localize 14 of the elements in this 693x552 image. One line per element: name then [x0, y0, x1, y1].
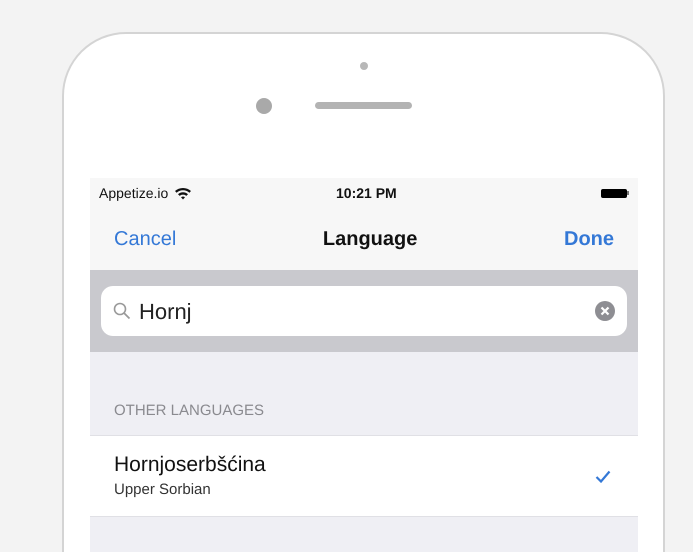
- language-row[interactable]: Hornjoserbšćina Upper Sorbian: [90, 435, 638, 517]
- battery-icon: [601, 188, 629, 198]
- language-english-name: Upper Sorbian: [114, 480, 212, 500]
- cancel-button[interactable]: Cancel: [114, 224, 176, 254]
- clock-time: 10:21 PM: [336, 184, 397, 202]
- language-name: Hornjoserbšćina: [114, 452, 266, 478]
- wifi-icon: [174, 186, 192, 200]
- clear-icon[interactable]: [595, 301, 615, 321]
- search-bar[interactable]: Hornj: [101, 286, 627, 336]
- done-button[interactable]: Done: [564, 224, 614, 254]
- carrier-name: Appetize.io: [99, 184, 168, 203]
- nav-title: Language: [322, 227, 418, 252]
- section-header: OTHER LANGUAGES: [114, 400, 264, 420]
- search-icon: [113, 302, 131, 320]
